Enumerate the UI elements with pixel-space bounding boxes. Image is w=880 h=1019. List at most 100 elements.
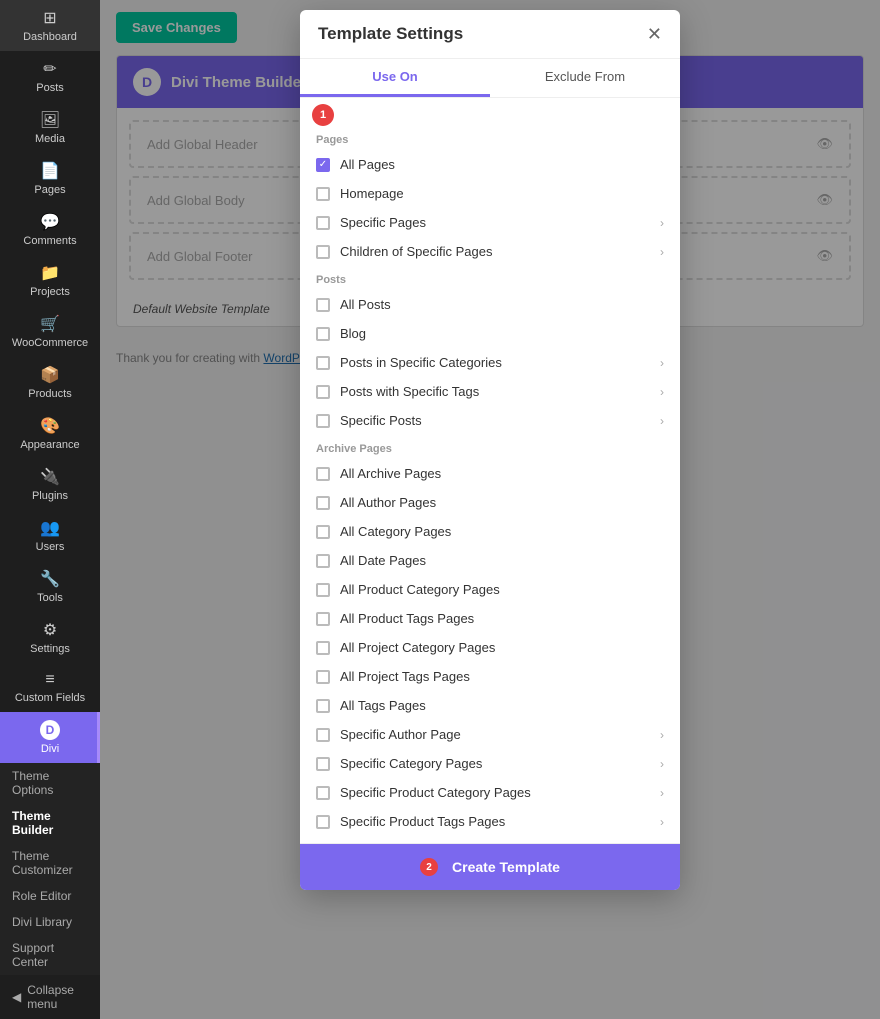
list-item-all-tags-pages[interactable]: All Tags Pages [300,691,680,720]
all-date-pages-label: All Date Pages [340,553,426,568]
sidebar-item-label: Pages [34,184,65,196]
sidebar-item-theme-builder[interactable]: Theme Builder [0,803,100,843]
list-item-specific-author-page[interactable]: Specific Author Page › [300,720,680,749]
checkbox-posts-specific-tags[interactable] [316,385,330,399]
sidebar-item-woocommerce[interactable]: 🛒 WooCommerce [0,306,100,357]
checkbox-all-posts[interactable] [316,298,330,312]
list-item-specific-product-tags-pages[interactable]: Specific Product Tags Pages › [300,807,680,836]
sidebar-item-divi[interactable]: D Divi [0,712,100,763]
woocommerce-icon: 🛒 [40,314,60,334]
sidebar-item-label: Projects [30,286,70,298]
all-category-pages-label: All Category Pages [340,524,451,539]
sidebar-item-theme-customizer[interactable]: Theme Customizer [0,843,100,883]
checkbox-children-specific-pages[interactable] [316,245,330,259]
chevron-icon: › [660,728,664,742]
appearance-icon: 🎨 [40,416,60,436]
checkbox-specific-pages[interactable] [316,216,330,230]
list-item-all-date-pages[interactable]: All Date Pages [300,546,680,575]
checkbox-all-pages[interactable]: ✓ [316,158,330,172]
list-item-all-project-category-pages[interactable]: All Project Category Pages [300,633,680,662]
template-settings-modal: Template Settings ✕ Use On Exclude From … [300,10,680,890]
sidebar-item-label: WooCommerce [12,337,88,349]
checkbox-homepage[interactable] [316,187,330,201]
archive-pages-section-label: Archive Pages [300,435,680,459]
tab-exclude-from[interactable]: Exclude From [490,59,680,97]
sidebar-item-plugins[interactable]: 🔌 Plugins [0,459,100,510]
posts-section-label: Posts [300,266,680,290]
sidebar-item-dashboard[interactable]: ⊞ Dashboard [0,0,100,51]
list-item-children-specific-pages[interactable]: Children of Specific Pages › [300,237,680,266]
sidebar-item-products[interactable]: 📦 Products [0,357,100,408]
list-item-posts-specific-categories[interactable]: Posts in Specific Categories › [300,348,680,377]
sidebar-item-projects[interactable]: 📁 Projects [0,255,100,306]
sidebar-item-media[interactable]: 🖼 Media [0,102,100,153]
users-icon: 👥 [40,518,60,538]
checkbox-all-product-tags-pages[interactable] [316,612,330,626]
all-posts-label: All Posts [340,297,391,312]
sidebar-item-appearance[interactable]: 🎨 Appearance [0,408,100,459]
theme-options-label: Theme Options [12,769,88,797]
sidebar-item-posts[interactable]: ✏ Posts [0,51,100,102]
sidebar-item-label: Divi [41,743,59,755]
chevron-icon: › [660,414,664,428]
all-project-category-pages-label: All Project Category Pages [340,640,495,655]
list-item-specific-pages[interactable]: Specific Pages › [300,208,680,237]
sidebar-item-users[interactable]: 👥 Users [0,510,100,561]
theme-builder-label: Theme Builder [12,809,88,837]
list-item-all-category-pages[interactable]: All Category Pages [300,517,680,546]
checkbox-all-project-tags-pages[interactable] [316,670,330,684]
all-pages-label: All Pages [340,157,395,172]
main-content: Save Changes D Divi Theme Builder Add Gl… [100,0,880,1019]
modal-close-button[interactable]: ✕ [647,25,662,43]
checkbox-all-category-pages[interactable] [316,525,330,539]
sidebar-item-comments[interactable]: 💬 Comments [0,204,100,255]
collapse-menu-button[interactable]: ◀ Collapse menu [0,975,100,1019]
list-item-all-archive-pages[interactable]: All Archive Pages [300,459,680,488]
list-item-homepage[interactable]: Homepage [300,179,680,208]
list-item-specific-category-pages[interactable]: Specific Category Pages › [300,749,680,778]
chevron-icon: › [660,385,664,399]
list-item-specific-posts[interactable]: Specific Posts › [300,406,680,435]
list-item-specific-project-category-pages[interactable]: Specific Project Category Pages › [300,836,680,843]
sidebar-item-theme-options[interactable]: Theme Options [0,763,100,803]
checkbox-all-product-category-pages[interactable] [316,583,330,597]
checkbox-posts-specific-categories[interactable] [316,356,330,370]
checkbox-all-tags-pages[interactable] [316,699,330,713]
checkbox-all-project-category-pages[interactable] [316,641,330,655]
specific-author-page-label: Specific Author Page [340,727,461,742]
homepage-label: Homepage [340,186,404,201]
tab-use-on[interactable]: Use On [300,59,490,97]
checkbox-specific-category-pages[interactable] [316,757,330,771]
list-item-blog[interactable]: Blog [300,319,680,348]
checkbox-specific-product-category-pages[interactable] [316,786,330,800]
sidebar-item-divi-library[interactable]: Divi Library [0,909,100,935]
pages-section-label: Pages [300,126,680,150]
checkbox-all-author-pages[interactable] [316,496,330,510]
comments-icon: 💬 [40,212,60,232]
checkbox-specific-author-page[interactable] [316,728,330,742]
checkbox-blog[interactable] [316,327,330,341]
sidebar-item-support-center[interactable]: Support Center [0,935,100,975]
sidebar-item-role-editor[interactable]: Role Editor [0,883,100,909]
list-item-all-pages[interactable]: ✓ All Pages [300,150,680,179]
list-item-all-product-tags-pages[interactable]: All Product Tags Pages [300,604,680,633]
modal-tabs: Use On Exclude From [300,59,680,98]
sidebar-item-custom-fields[interactable]: ≡ Custom Fields [0,663,100,712]
sidebar-item-tools[interactable]: 🔧 Tools [0,561,100,612]
settings-icon: ⚙ [43,620,57,640]
sidebar-item-pages[interactable]: 📄 Pages [0,153,100,204]
checkbox-specific-posts[interactable] [316,414,330,428]
list-item-all-author-pages[interactable]: All Author Pages [300,488,680,517]
chevron-icon: › [660,216,664,230]
list-item-posts-specific-tags[interactable]: Posts with Specific Tags › [300,377,680,406]
checkbox-all-date-pages[interactable] [316,554,330,568]
create-template-button[interactable]: 2 Create Template [300,844,680,890]
checkbox-specific-product-tags-pages[interactable] [316,815,330,829]
checkbox-all-archive-pages[interactable] [316,467,330,481]
list-item-all-product-category-pages[interactable]: All Product Category Pages [300,575,680,604]
list-item-all-project-tags-pages[interactable]: All Project Tags Pages [300,662,680,691]
list-item-all-posts[interactable]: All Posts [300,290,680,319]
sidebar-item-settings[interactable]: ⚙ Settings [0,612,100,663]
all-author-pages-label: All Author Pages [340,495,436,510]
list-item-specific-product-category-pages[interactable]: Specific Product Category Pages › [300,778,680,807]
